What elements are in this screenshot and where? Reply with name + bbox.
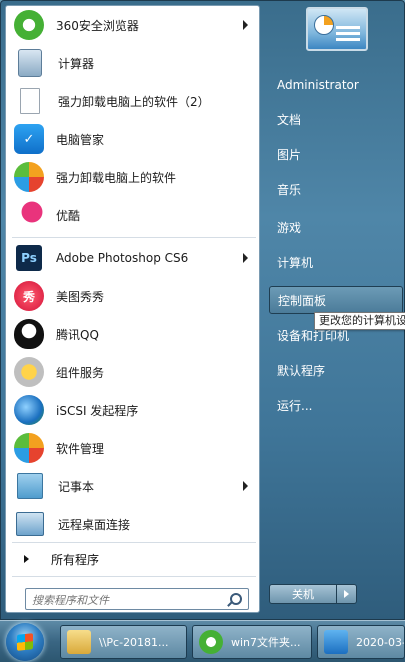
folder-icon [67, 630, 91, 654]
iscsi-icon [14, 395, 44, 425]
program-qq[interactable]: 腾讯QQ [10, 316, 256, 352]
program-uninstall-2[interactable]: 强力卸载电脑上的软件（2） [10, 83, 256, 119]
tooltip: 更改您的计算机设置 [314, 312, 405, 330]
program-label: 360安全浏览器 [56, 18, 139, 33]
right-item-default-programs[interactable]: 默认程序 [269, 356, 403, 384]
submenu-arrow-icon [243, 481, 248, 491]
right-item-pictures[interactable]: 图片 [269, 140, 403, 168]
right-item-label: 运行... [277, 398, 313, 413]
right-item-control-panel[interactable]: 控制面板 [269, 286, 403, 314]
taskbar-item-explorer[interactable]: \\Pc-20181... [60, 625, 187, 659]
program-youku[interactable]: 优酷 [10, 197, 256, 233]
pc-manager-icon: ✓ [14, 124, 44, 154]
right-item-label: 文档 [277, 112, 302, 127]
notepad-icon [17, 473, 43, 499]
program-software-manager[interactable]: 软件管理 [10, 430, 256, 466]
right-item-music[interactable]: 音乐 [269, 175, 403, 203]
taskbar-item-app[interactable]: 2020-03- [317, 625, 405, 659]
search-box[interactable] [25, 588, 249, 610]
document-icon [20, 88, 40, 114]
program-notepad[interactable]: 记事本 [10, 468, 256, 504]
search-icon[interactable] [230, 593, 242, 605]
shutdown-options-button[interactable] [337, 584, 357, 604]
program-label: 优酷 [56, 208, 81, 223]
app-icon [324, 630, 348, 654]
program-label: 电脑管家 [56, 132, 105, 147]
program-calculator[interactable]: 计算器 [10, 45, 256, 81]
program-label: 软件管理 [56, 441, 105, 456]
right-item-computer[interactable]: 计算机 [269, 248, 403, 276]
program-label: 远程桌面连接 [58, 517, 131, 532]
qq-icon [14, 319, 44, 349]
right-item-run[interactable]: 运行... [269, 391, 403, 419]
360-browser-icon [14, 10, 44, 40]
taskbar: \\Pc-20181... win7文件夹... 2020-03- [0, 620, 405, 662]
remote-desktop-icon [16, 512, 44, 536]
taskbar-item-label: \\Pc-20181... [99, 635, 169, 649]
uninstall-icon [14, 162, 44, 192]
start-button[interactable] [6, 623, 44, 661]
right-item-label: Administrator [277, 78, 359, 92]
right-item-administrator[interactable]: Administrator [269, 71, 403, 99]
program-label: 腾讯QQ [56, 327, 99, 342]
program-meitu[interactable]: 秀 美图秀秀 [10, 278, 256, 314]
shutdown-button[interactable]: 关机 [269, 584, 337, 604]
right-item-label: 音乐 [277, 182, 302, 197]
windows-logo-icon [17, 633, 33, 651]
separator [12, 576, 256, 577]
program-label: 记事本 [58, 479, 95, 494]
separator [12, 542, 256, 543]
calculator-icon [18, 49, 42, 77]
chart-icon [314, 15, 334, 35]
submenu-arrow-icon [243, 253, 248, 263]
program-360-browser[interactable]: 360安全浏览器 [10, 7, 256, 43]
program-label: 强力卸载电脑上的软件 [56, 170, 177, 185]
taskbar-item-label: win7文件夹... [231, 636, 301, 649]
right-item-documents[interactable]: 文档 [269, 105, 403, 133]
component-services-icon [14, 357, 44, 387]
taskbar-item-browser[interactable]: win7文件夹... [192, 625, 312, 659]
software-manager-icon [14, 433, 44, 463]
right-item-label: 游戏 [277, 220, 302, 235]
program-iscsi[interactable]: iSCSI 发起程序 [10, 392, 256, 428]
start-menu: 360安全浏览器 计算器 强力卸载电脑上的软件（2） ✓ 电脑管家 强力卸载电脑… [0, 0, 405, 620]
program-component-services[interactable]: 组件服务 [10, 354, 256, 390]
right-item-label: 计算机 [277, 255, 314, 270]
submenu-arrow-icon [243, 20, 248, 30]
program-remote-desktop[interactable]: 远程桌面连接 [10, 506, 256, 542]
meitu-icon: 秀 [14, 281, 44, 311]
right-item-label: 控制面板 [278, 293, 327, 308]
all-programs-button[interactable]: 所有程序 [10, 544, 256, 574]
program-uninstall[interactable]: 强力卸载电脑上的软件 [10, 159, 256, 195]
program-label: 美图秀秀 [56, 289, 105, 304]
shutdown-label: 关机 [292, 588, 314, 601]
programs-pane: 360安全浏览器 计算器 强力卸载电脑上的软件（2） ✓ 电脑管家 强力卸载电脑… [5, 5, 260, 613]
360-browser-icon [199, 630, 223, 654]
all-programs-label: 所有程序 [51, 552, 100, 567]
user-picture[interactable] [306, 7, 368, 51]
program-label: Adobe Photoshop CS6 [56, 251, 189, 265]
bars-icon [336, 38, 360, 41]
photoshop-icon: Ps [16, 245, 42, 271]
program-label: 计算器 [58, 56, 95, 71]
search-input[interactable] [30, 590, 224, 610]
program-pc-manager[interactable]: ✓ 电脑管家 [10, 121, 256, 157]
program-label: 组件服务 [56, 365, 105, 380]
program-label: iSCSI 发起程序 [56, 403, 139, 418]
right-item-label: 默认程序 [277, 363, 326, 378]
right-item-games[interactable]: 游戏 [269, 213, 403, 241]
youku-icon [14, 200, 44, 230]
right-item-label: 图片 [277, 147, 302, 162]
taskbar-item-label: 2020-03- [356, 635, 405, 649]
triangle-right-icon [24, 555, 29, 563]
program-photoshop[interactable]: Ps Adobe Photoshop CS6 [10, 240, 256, 276]
separator [12, 237, 256, 238]
program-label: 强力卸载电脑上的软件（2） [58, 94, 210, 109]
